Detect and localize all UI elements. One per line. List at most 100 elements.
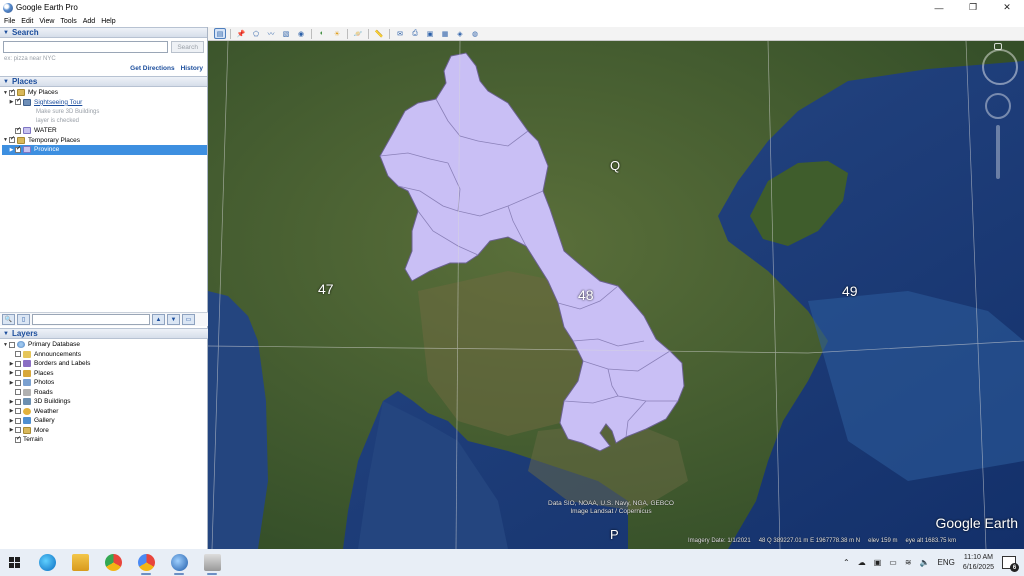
maximize-button[interactable]: ❐ [956, 0, 990, 15]
move-joystick-icon[interactable] [985, 93, 1011, 119]
tree-item-temporary-places[interactable]: ▼ Temporary Places [2, 135, 207, 146]
checkbox[interactable] [15, 427, 21, 434]
checkbox[interactable] [15, 435, 21, 443]
checkbox[interactable] [9, 135, 15, 144]
tree-item-my-places[interactable]: ▼ My Places [2, 88, 207, 98]
taskbar-app[interactable] [198, 549, 226, 576]
expand-arrow-icon[interactable]: ▶ [8, 147, 15, 153]
show-in-map-icon[interactable]: ▭ [182, 314, 195, 325]
expand-arrow-icon[interactable]: ▼ [2, 137, 9, 143]
language-indicator[interactable]: ENG [938, 558, 955, 567]
record-tour-icon[interactable]: ◉ [295, 28, 307, 39]
zoom-slider[interactable] [996, 125, 1000, 179]
layer-3d-buildings[interactable]: ▶ 3D Buildings [2, 397, 208, 407]
layer-weather[interactable]: ▶ Weather [2, 407, 208, 417]
menu-tools[interactable]: Tools [60, 18, 76, 25]
camera-icon[interactable]: ▣ [874, 558, 882, 567]
map-view[interactable]: 47 48 49 Q P Data SIO, NOAA, U.S. Navy, … [208, 41, 1024, 549]
print-icon[interactable]: ⎙ [409, 28, 421, 39]
volume-icon[interactable]: 🔈 [920, 558, 930, 567]
taskbar-google-earth[interactable] [165, 549, 193, 576]
movie-maker-icon[interactable]: ▦ [439, 28, 451, 39]
checkbox[interactable] [9, 341, 15, 348]
checkbox[interactable] [15, 370, 21, 377]
taskbar-chrome[interactable] [99, 549, 127, 576]
panel-toggle-icon[interactable]: ▯ [17, 314, 30, 325]
sidebar-toggle-icon[interactable]: ▤ [214, 28, 226, 39]
placemark-icon[interactable]: 📌 [235, 28, 247, 39]
places-header[interactable]: ▼ Places [0, 76, 207, 87]
expand-arrow-icon[interactable]: ▶ [8, 418, 15, 424]
layer-announcements[interactable]: Announcements [2, 350, 208, 360]
checkbox[interactable] [15, 417, 21, 424]
layer-primary-database[interactable]: ▼ Primary Database [2, 340, 208, 350]
move-down-icon[interactable]: ▼ [167, 314, 180, 325]
historical-imagery-icon[interactable]: ◐ [316, 28, 328, 39]
ruler-icon[interactable]: 📏 [373, 28, 385, 39]
layer-more[interactable]: ▶ More [2, 426, 208, 436]
checkbox[interactable] [15, 398, 21, 405]
tree-item-sightseeing-tour[interactable]: ▶ Sightseeing Tour [2, 97, 207, 108]
menu-help[interactable]: Help [101, 18, 115, 25]
menu-edit[interactable]: Edit [21, 18, 33, 25]
wifi-icon[interactable]: ≋ [905, 558, 912, 567]
tree-item-label[interactable]: Sightseeing Tour [34, 99, 82, 106]
minimize-button[interactable]: — [922, 0, 956, 15]
expand-arrow-icon[interactable]: ▶ [8, 399, 15, 405]
layer-gallery[interactable]: ▶ Gallery [2, 416, 208, 426]
checkbox[interactable] [15, 145, 21, 153]
layer-roads[interactable]: Roads [2, 388, 208, 398]
checkbox[interactable] [15, 360, 21, 367]
cloud-icon[interactable]: ☁ [858, 558, 866, 567]
search-header[interactable]: ▼ Search [0, 27, 207, 38]
path-tool-icon[interactable]: 〰 [265, 28, 277, 39]
start-button[interactable] [0, 549, 28, 576]
checkbox[interactable] [9, 88, 15, 96]
history-link[interactable]: History [181, 65, 203, 75]
expand-arrow-icon[interactable]: ▶ [8, 361, 15, 367]
search-input[interactable] [3, 41, 169, 53]
close-button[interactable]: ✕ [990, 0, 1024, 15]
show-hidden-icons[interactable]: ⌃ [843, 558, 850, 567]
image-overlay-icon[interactable]: ▧ [280, 28, 292, 39]
checkbox[interactable] [15, 351, 21, 358]
planets-icon[interactable]: 🪐 [352, 28, 364, 39]
taskbar-chrome-2[interactable] [132, 549, 160, 576]
clock[interactable]: 11:10 AM 6/16/2025 [963, 553, 994, 573]
tree-item-province[interactable]: ▶ Province [2, 145, 207, 155]
layer-borders-labels[interactable]: ▶ Borders and Labels [2, 359, 208, 369]
layer-photos[interactable]: ▶ Photos [2, 378, 208, 388]
google-maps-icon[interactable]: ◈ [454, 28, 466, 39]
expand-arrow-icon[interactable]: ▶ [8, 408, 15, 414]
taskbar-file-explorer[interactable] [66, 549, 94, 576]
battery-icon[interactable]: ▭ [889, 558, 897, 567]
expand-arrow-icon[interactable]: ▶ [8, 380, 15, 386]
expand-arrow-icon[interactable]: ▶ [8, 427, 15, 433]
layer-places[interactable]: ▶ Places [2, 369, 208, 379]
checkbox[interactable] [15, 379, 21, 386]
layers-header[interactable]: ▼ Layers [0, 328, 208, 339]
search-places-icon[interactable]: 🔍 [2, 314, 15, 325]
expand-arrow-icon[interactable]: ▼ [2, 342, 9, 348]
notifications-icon[interactable]: 6 [1002, 556, 1019, 572]
sun-icon[interactable]: ☀ [331, 28, 343, 39]
menu-file[interactable]: File [4, 18, 15, 25]
save-image-icon[interactable]: ▣ [424, 28, 436, 39]
move-up-icon[interactable]: ▲ [152, 314, 165, 325]
tree-item-water[interactable]: WATER [2, 126, 207, 136]
layer-terrain[interactable]: Terrain [2, 435, 208, 445]
get-directions-link[interactable]: Get Directions [130, 65, 174, 75]
expand-arrow-icon[interactable]: ▼ [2, 90, 9, 96]
checkbox[interactable] [15, 389, 21, 396]
menu-view[interactable]: View [39, 18, 54, 25]
polygon-tool-icon[interactable]: ⬠ [250, 28, 262, 39]
expand-arrow-icon[interactable]: ▶ [8, 370, 15, 376]
checkbox[interactable] [15, 408, 21, 415]
email-icon[interactable]: ✉ [394, 28, 406, 39]
places-filter-input[interactable] [32, 314, 150, 325]
checkbox[interactable] [15, 126, 21, 134]
earth-icon[interactable]: ◍ [469, 28, 481, 39]
checkbox[interactable] [15, 97, 21, 106]
look-joystick-icon[interactable] [982, 49, 1018, 85]
expand-arrow-icon[interactable]: ▶ [8, 99, 15, 105]
